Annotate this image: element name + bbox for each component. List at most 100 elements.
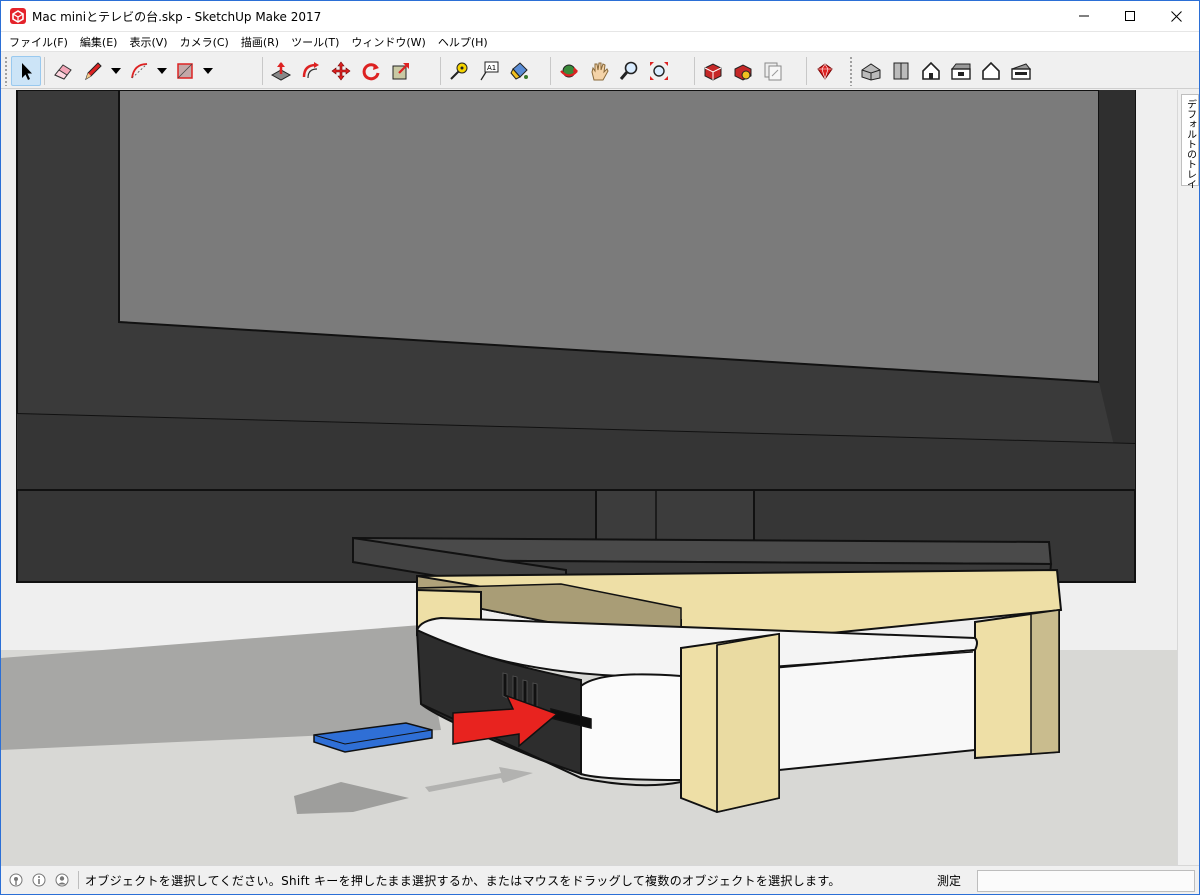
tape-measure-tool-button[interactable] <box>444 56 474 86</box>
right-view-button[interactable] <box>946 56 976 86</box>
zoom-tool-button[interactable] <box>614 56 644 86</box>
geo-location-button[interactable] <box>8 872 24 888</box>
push-pull-tool-button[interactable] <box>266 56 296 86</box>
top-view-icon <box>893 62 909 80</box>
chevron-down-icon <box>157 68 167 74</box>
zoom-extents-tool-button[interactable] <box>644 56 674 86</box>
text-tool-button[interactable]: A1 <box>474 56 504 86</box>
sketchup-window: Mac miniとテレビの台.skp - SketchUp Make 2017 … <box>0 0 1200 895</box>
left-view-button[interactable] <box>1006 56 1036 86</box>
menu-tools[interactable]: ツール(T) <box>285 34 345 50</box>
offset-tool-icon <box>302 62 319 79</box>
maximize-button[interactable] <box>1107 1 1153 31</box>
chevron-down-icon <box>111 68 121 74</box>
menu-bar: ファイル(F) 編集(E) 表示(V) カメラ(C) 描画(R) ツール(T) … <box>1 32 1199 51</box>
toolbar-group-edit <box>259 54 416 88</box>
menu-help[interactable]: ヘルプ(H) <box>432 34 494 50</box>
menu-draw[interactable]: 描画(R) <box>235 34 285 50</box>
minimize-button[interactable] <box>1061 1 1107 31</box>
toolbar-separator <box>44 57 45 85</box>
minimize-icon <box>1079 15 1089 17</box>
toolbar-separator <box>262 57 263 85</box>
menu-view[interactable]: 表示(V) <box>123 34 173 50</box>
menu-camera[interactable]: カメラ(C) <box>174 34 235 50</box>
text-tool-glyph: A1 <box>487 64 496 72</box>
chevron-down-icon <box>203 68 213 74</box>
toolbar-separator <box>806 57 807 85</box>
toolbar-grip[interactable] <box>849 56 853 86</box>
status-message: オブジェクトを選択してください。Shift キーを押したまま選択するか、またはマ… <box>85 873 841 888</box>
toolbar-separator <box>694 57 695 85</box>
iso-view-icon <box>861 63 881 81</box>
move-tool-icon <box>331 61 351 81</box>
layout-button[interactable] <box>758 56 788 86</box>
zoom-tool-icon <box>619 61 638 80</box>
paint-bucket-tool-button[interactable] <box>504 56 534 86</box>
back-view-icon <box>982 61 1000 80</box>
close-icon <box>1170 10 1182 22</box>
mac-mini-side-highlight <box>580 673 682 782</box>
account-button[interactable] <box>54 872 70 888</box>
iso-view-button[interactable] <box>856 56 886 86</box>
text-tool-icon: A1 <box>480 61 499 81</box>
layout-icon <box>764 62 782 81</box>
zoom-extents-tool-icon <box>650 62 668 80</box>
pencil-line-tool-button[interactable] <box>78 56 108 86</box>
toolbar-group-views <box>856 54 1036 88</box>
eraser-tool-icon <box>54 64 72 80</box>
front-view-button[interactable] <box>916 56 946 86</box>
menu-window[interactable]: ウィンドウ(W) <box>345 34 431 50</box>
rectangle-tool-icon <box>177 63 193 79</box>
top-view-button[interactable] <box>886 56 916 86</box>
toolbar-group-warehouse <box>691 54 788 88</box>
3d-warehouse-button[interactable] <box>698 56 728 86</box>
toolbar-separator <box>440 57 441 85</box>
3d-warehouse-icon <box>704 63 722 81</box>
offset-tool-button[interactable] <box>296 56 326 86</box>
left-view-icon <box>1011 63 1032 80</box>
model-viewport[interactable] <box>1 90 1177 865</box>
credits-button[interactable] <box>31 872 47 888</box>
tape-measure-tool-icon <box>450 62 468 80</box>
rectangle-tool-button[interactable] <box>170 56 200 86</box>
arc-tool-icon <box>131 63 148 79</box>
sketchup-logo-icon[interactable] <box>10 8 26 24</box>
extension-warehouse-button[interactable] <box>728 56 758 86</box>
window-title: Mac miniとテレビの台.skp - SketchUp Make 2017 <box>32 9 322 24</box>
wood-leg-front-right-side <box>1030 609 1060 755</box>
toolbar-group-construction: A1 <box>437 54 534 88</box>
right-view-icon <box>950 63 971 80</box>
select-tool-button[interactable] <box>11 56 41 86</box>
toolbar-separator <box>550 57 551 85</box>
geo-location-icon <box>9 873 23 887</box>
select-tool-icon <box>22 63 32 80</box>
toolbar-grip[interactable] <box>4 56 8 86</box>
model-scene[interactable] <box>1 90 1177 865</box>
scale-tool-button[interactable] <box>386 56 416 86</box>
toolbar-group-draw <box>11 54 216 88</box>
front-view-icon <box>922 61 940 80</box>
menu-file[interactable]: ファイル(F) <box>3 34 74 50</box>
eraser-tool-button[interactable] <box>48 56 78 86</box>
measurements-label: 測定 <box>937 873 962 888</box>
orbit-tool-button[interactable] <box>554 56 584 86</box>
toolbar-group-extensions <box>803 54 840 88</box>
extension-manager-button[interactable] <box>810 56 840 86</box>
push-pull-tool-icon <box>270 62 292 81</box>
back-view-button[interactable] <box>976 56 1006 86</box>
paint-bucket-tool-icon <box>510 62 528 80</box>
default-tray-tab[interactable]: デフォルトのトレイ <box>1181 94 1199 189</box>
mac-mini-vent-1 <box>502 672 508 699</box>
measurements-input[interactable] <box>977 870 1195 892</box>
rectangle-tool-dropdown[interactable] <box>200 56 216 86</box>
orbit-tool-icon <box>560 64 578 78</box>
arc-tool-dropdown[interactable] <box>154 56 170 86</box>
menu-edit[interactable]: 編集(E) <box>74 34 124 50</box>
pencil-line-tool-icon <box>85 62 102 81</box>
pan-tool-button[interactable] <box>584 56 614 86</box>
line-tool-dropdown[interactable] <box>108 56 124 86</box>
move-tool-button[interactable] <box>326 56 356 86</box>
close-button[interactable] <box>1153 1 1199 31</box>
rotate-tool-button[interactable] <box>356 56 386 86</box>
arc-tool-button[interactable] <box>124 56 154 86</box>
